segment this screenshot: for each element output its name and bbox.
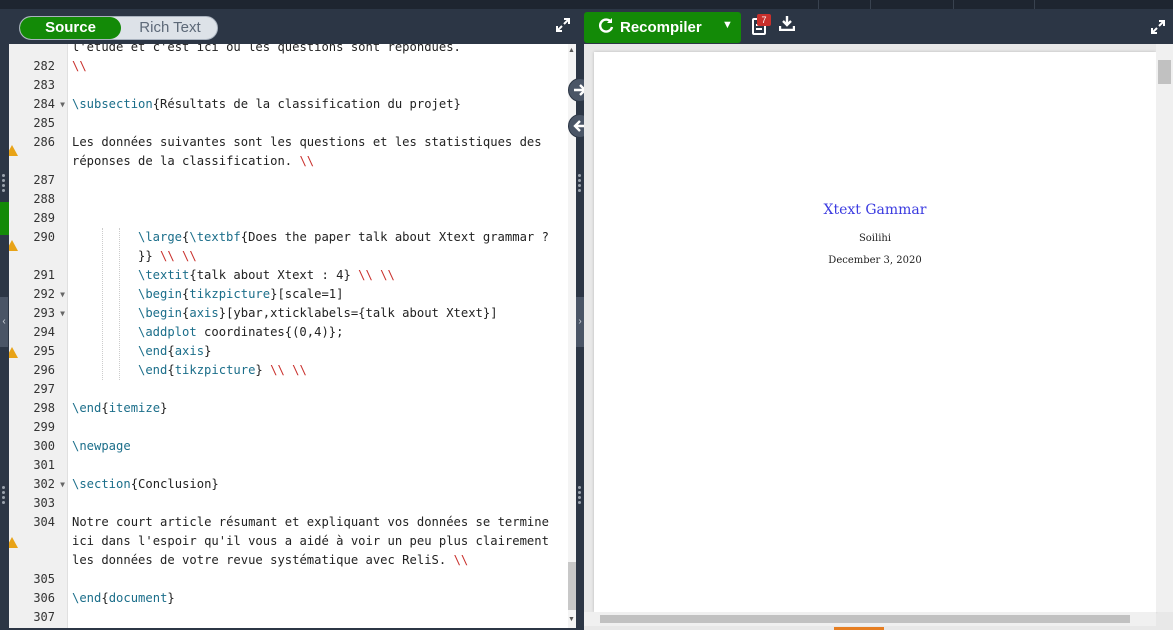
line-number: 305 xyxy=(33,572,55,586)
line-number[interactable]: 284 ▼ xyxy=(19,95,67,114)
line-number: 282 xyxy=(33,59,55,73)
line-number: 298 xyxy=(33,401,55,415)
code-line: l'étude et c'est ici où les questions so… xyxy=(72,44,461,54)
line-number: 290 xyxy=(33,230,55,244)
pdf-date: December 3, 2020 xyxy=(828,255,922,266)
fold-toggle-icon: ▼ xyxy=(60,100,65,109)
editor-scroll-thumb[interactable] xyxy=(568,562,576,610)
code-line: \begin{axis}[ybar,xticklabels={talk abou… xyxy=(138,306,498,320)
logs-count-badge: 7 xyxy=(757,14,771,26)
code-line: \end{document} xyxy=(72,591,175,605)
line-number: 296 xyxy=(33,363,55,377)
recompile-button[interactable]: Recompiler ▼ xyxy=(584,12,741,43)
code-line: Notre court article résumant et expliqua… xyxy=(72,515,549,529)
code-editor[interactable]: l'étude et c'est ici où les questions so… xyxy=(9,44,576,628)
line-number[interactable]: 292 ▼ xyxy=(19,285,67,304)
line-number: 294 xyxy=(33,325,55,339)
line-number: 299 xyxy=(33,420,55,434)
warning-icon[interactable] xyxy=(9,235,23,254)
code-line: \end{tikzpicture} \\ \\ xyxy=(138,363,307,377)
code-line: Les données suivantes sont les questions… xyxy=(72,135,542,149)
line-number: 304 xyxy=(33,515,55,529)
code-line: \end{itemize} xyxy=(72,401,168,415)
pdf-hscroll-thumb[interactable] xyxy=(600,615,1130,623)
line-number: 285 xyxy=(33,116,55,130)
line-number: 288 xyxy=(33,192,55,206)
expand-pdf-icon[interactable] xyxy=(1150,19,1166,39)
pdf-title: Xtext Gammar xyxy=(823,202,927,218)
rich-text-mode-button[interactable]: Rich Text xyxy=(121,17,217,39)
pdf-preview[interactable]: Xtext Gammar Soilihi December 3, 2020 xyxy=(584,44,1173,630)
line-number: 283 xyxy=(33,78,55,92)
collapse-file-tree-tab[interactable]: ‹ xyxy=(0,297,8,347)
editor-toolbar: Source Rich Text xyxy=(9,9,584,44)
download-icon[interactable] xyxy=(778,15,796,35)
fold-toggle-icon: ▼ xyxy=(60,309,65,318)
code-line: \subsection{Résultats de la classificati… xyxy=(72,97,461,111)
warning-icon[interactable] xyxy=(9,532,23,551)
line-number: 286 xyxy=(33,135,55,149)
collapse-pdf-tab[interactable]: › xyxy=(576,297,584,347)
warning-icon[interactable] xyxy=(9,140,23,159)
editor-mode-toggle[interactable]: Source Rich Text xyxy=(19,16,218,40)
code-line: \begin{tikzpicture}[scale=1] xyxy=(138,287,344,301)
line-number: 287 xyxy=(33,173,55,187)
expand-editor-icon[interactable] xyxy=(555,17,571,37)
code-line: \large{\textbf{Does the paper talk about… xyxy=(138,230,549,244)
code-line: \textit{talk about Xtext : 4} \\ \\ xyxy=(138,268,395,282)
code-line: les données de votre revue systématique … xyxy=(72,553,469,567)
line-number: 301 xyxy=(33,458,55,472)
fold-toggle-icon: ▼ xyxy=(60,480,65,489)
line-number: 295 xyxy=(33,344,55,358)
line-number[interactable]: 293 ▼ xyxy=(19,304,67,323)
pdf-scroll-thumb[interactable] xyxy=(1158,60,1171,84)
file-tree-edge: ‹ xyxy=(0,44,9,630)
code-line: \section{Conclusion} xyxy=(72,477,219,491)
line-number: 307 xyxy=(33,610,55,624)
pdf-page: Xtext Gammar Soilihi December 3, 2020 xyxy=(594,52,1156,612)
warning-icon[interactable] xyxy=(9,342,23,361)
line-number: 297 xyxy=(33,382,55,396)
app-window: Source Rich Text Recompiler ▼ 7 ‹ l'étud… xyxy=(0,0,1173,630)
code-line: \addplot coordinates{(0,4)}; xyxy=(138,325,344,339)
line-number: 289 xyxy=(33,211,55,225)
recompile-dropdown-icon[interactable]: ▼ xyxy=(722,19,733,31)
line-number: 291 xyxy=(33,268,55,282)
top-strip xyxy=(0,0,1173,9)
refresh-icon xyxy=(598,17,614,38)
fold-toggle-icon: ▼ xyxy=(60,290,65,299)
line-number: 300 xyxy=(33,439,55,453)
code-line: \end{axis} xyxy=(138,344,212,358)
pdf-author: Soilihi xyxy=(858,233,892,244)
line-number: 306 xyxy=(33,591,55,605)
code-line: }} \\ \\ xyxy=(138,249,197,263)
line-number: 303 xyxy=(33,496,55,510)
pdf-horizontal-scrollbar[interactable] xyxy=(584,612,1156,626)
code-line: \\ xyxy=(72,59,87,73)
recompile-label: Recompiler xyxy=(620,19,702,36)
code-line: \newpage xyxy=(72,439,131,453)
code-line: réponses de la classification. \\ xyxy=(72,154,315,168)
code-line: ici dans l'espoir qu'il vous a aidé à vo… xyxy=(72,534,549,548)
pdf-vertical-scrollbar[interactable] xyxy=(1156,44,1173,612)
source-mode-button[interactable]: Source xyxy=(20,17,121,39)
line-number[interactable]: 302 ▼ xyxy=(19,475,67,494)
